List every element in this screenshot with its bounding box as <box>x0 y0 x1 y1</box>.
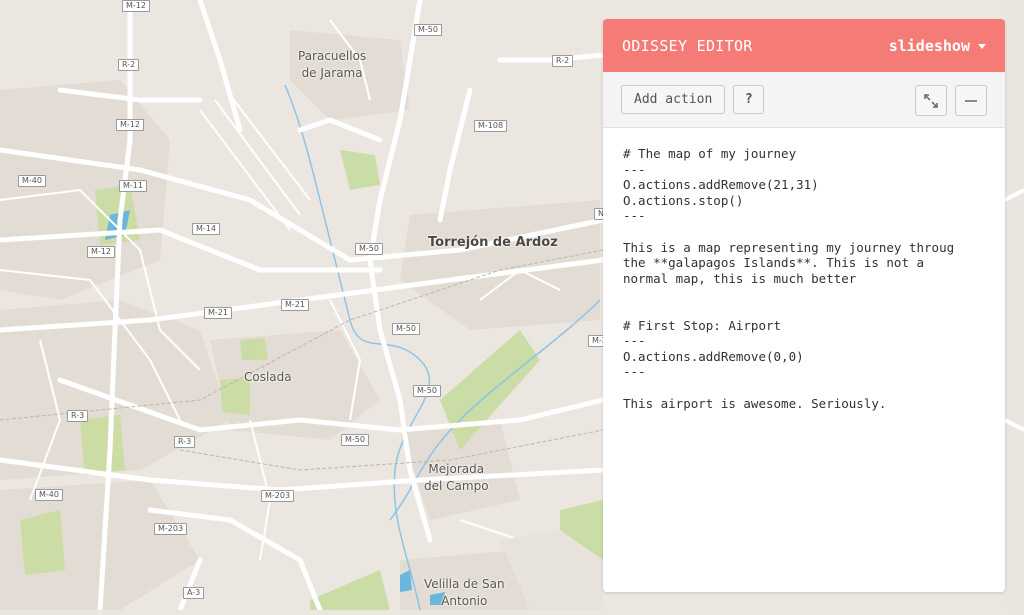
caret-down-icon <box>978 44 986 49</box>
code-line: normal map, this is much better <box>623 270 857 286</box>
road-shield: M-12 <box>116 119 144 131</box>
code-line: # First Stop: Airport <box>623 317 782 333</box>
road-shield: M-40 <box>35 489 63 501</box>
road-shield: M-50 <box>341 434 369 446</box>
editor-header: ODISSEY EDITOR slideshow <box>603 19 1005 72</box>
road-shield: M-50 <box>392 323 420 335</box>
road-shield: M-12 <box>122 0 150 12</box>
place-label-paracuellos: Paracuellos de Jarama <box>298 49 367 80</box>
place-label-coslada: Coslada <box>244 370 292 384</box>
road-shield: M-108 <box>474 120 508 132</box>
place-label-mejorada: Mejorada del Campo <box>424 462 489 493</box>
editor-panel: ODISSEY EDITOR slideshow Add action ? # … <box>603 19 1005 592</box>
help-button[interactable]: ? <box>733 85 765 114</box>
minimize-icon <box>965 99 977 102</box>
road-shield: M-11 <box>119 180 147 192</box>
road-shield: M-203 <box>261 490 295 502</box>
code-line: --- <box>623 208 646 224</box>
road-shield: A-3 <box>183 587 205 599</box>
road-shield: R-3 <box>67 410 89 422</box>
code-line: O.actions.stop() <box>623 192 744 208</box>
road-shield: M-50 <box>414 24 442 36</box>
road-shield: M-14 <box>192 223 220 235</box>
code-line: --- <box>623 364 646 380</box>
road-shield: R-3 <box>174 436 196 448</box>
code-line: --- <box>623 161 646 177</box>
mode-dropdown[interactable]: slideshow <box>889 37 986 55</box>
expand-button[interactable] <box>915 85 947 116</box>
editor-toolbar: Add action ? <box>603 72 1005 128</box>
road-shield: R-2 <box>552 55 574 67</box>
road-shield: R-2 <box>118 59 140 71</box>
place-label-velilla: Velilla de San Antonio <box>424 577 505 608</box>
road-shield: M-12 <box>87 246 115 258</box>
road-shield: M-203 <box>154 523 188 535</box>
road-shield: M-50 <box>355 243 383 255</box>
add-action-button[interactable]: Add action <box>621 85 726 114</box>
code-line: # The map of my journey <box>623 146 797 161</box>
code-line: This airport is awesome. Seriously. <box>623 395 887 411</box>
code-line: --- <box>623 333 646 349</box>
place-label-torrejon: Torrejón de Ardoz <box>428 235 558 250</box>
code-line: This is a map representing my journey th… <box>623 239 955 255</box>
expand-icon <box>924 93 938 108</box>
mode-dropdown-value: slideshow <box>888 36 970 55</box>
code-line: the **galapagos Islands**. This is not a <box>623 255 925 271</box>
road-shield: M-21 <box>204 307 232 319</box>
editor-title: ODISSEY EDITOR <box>622 36 753 55</box>
road-shield: M-50 <box>413 385 441 397</box>
road-shield: M-40 <box>18 175 46 187</box>
markdown-editor[interactable]: # The map of my journey --- O.actions.addR… <box>603 128 1005 429</box>
code-line: O.actions.addRemove(21,31) <box>623 177 819 193</box>
road-shield: M-21 <box>281 299 309 311</box>
minimize-button[interactable] <box>955 85 987 116</box>
code-line: O.actions.addRemove(0,0) <box>623 348 804 364</box>
